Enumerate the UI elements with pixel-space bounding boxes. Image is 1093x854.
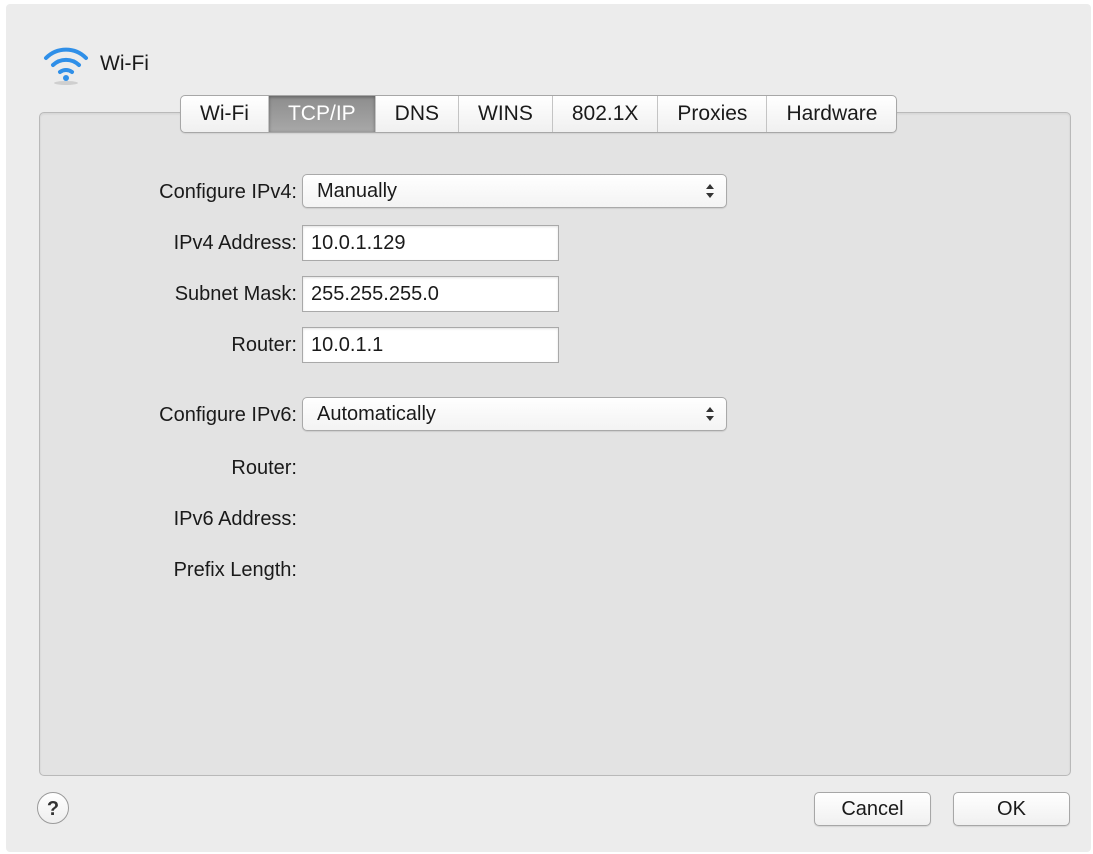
ipv4-address-field[interactable]	[303, 226, 558, 260]
configure-ipv6-value: Automatically	[317, 403, 436, 425]
ipv4-address-field-container	[302, 225, 559, 261]
configure-ipv4-label: Configure IPv4:	[159, 181, 297, 203]
network-advanced-dialog: Wi-Fi Wi-Fi TCP/IP DNS WINS 802.1X Proxi…	[6, 4, 1091, 852]
ipv4-router-row: Router:	[39, 327, 1069, 363]
configure-ipv6-popup[interactable]: Automatically	[302, 397, 727, 431]
prefix-length-label: Prefix Length:	[173, 559, 297, 581]
configure-ipv6-label: Configure IPv6:	[159, 404, 297, 426]
ipv6-address-row: IPv6 Address:	[39, 501, 1069, 537]
prefix-length-row: Prefix Length:	[39, 552, 1069, 588]
help-button[interactable]: ?	[37, 792, 69, 824]
configure-ipv4-row: Configure IPv4: Manually	[39, 174, 1069, 210]
tab-tcpip[interactable]: TCP/IP	[268, 96, 376, 132]
ipv6-router-label: Router:	[231, 457, 297, 479]
subnet-mask-field[interactable]	[303, 277, 558, 311]
ok-button[interactable]: OK	[953, 792, 1070, 826]
configure-ipv4-popup[interactable]: Manually	[302, 174, 727, 208]
dialog-title-row: Wi-Fi	[42, 40, 149, 88]
tab-wins[interactable]: WINS	[459, 96, 553, 132]
subnet-mask-row: Subnet Mask:	[39, 276, 1069, 312]
subnet-mask-label: Subnet Mask:	[174, 283, 297, 305]
ipv6-router-row: Router:	[39, 450, 1069, 486]
subnet-mask-field-container	[302, 276, 559, 312]
dialog-title: Wi-Fi	[100, 52, 149, 75]
tab-proxies[interactable]: Proxies	[658, 96, 768, 132]
ipv4-router-field-container	[302, 327, 559, 363]
ipv4-router-label: Router:	[231, 334, 297, 356]
tcpip-panel	[39, 112, 1071, 776]
wifi-icon	[42, 42, 90, 86]
tab-8021x[interactable]: 802.1X	[553, 96, 659, 132]
tab-dns[interactable]: DNS	[376, 96, 460, 132]
tab-hardware[interactable]: Hardware	[767, 96, 896, 132]
tab-bar: Wi-Fi TCP/IP DNS WINS 802.1X Proxies Har…	[180, 95, 898, 133]
ipv4-router-field[interactable]	[303, 328, 558, 362]
updown-arrows-icon	[704, 181, 716, 201]
updown-arrows-icon	[704, 404, 716, 424]
configure-ipv6-row: Configure IPv6: Automatically	[39, 397, 1069, 433]
configure-ipv4-value: Manually	[317, 180, 398, 202]
ipv4-address-label: IPv4 Address:	[173, 232, 297, 254]
ipv6-address-label: IPv6 Address:	[173, 508, 297, 530]
ipv4-address-row: IPv4 Address:	[39, 225, 1069, 261]
cancel-button[interactable]: Cancel	[814, 792, 931, 826]
tab-wifi[interactable]: Wi-Fi	[181, 96, 269, 132]
